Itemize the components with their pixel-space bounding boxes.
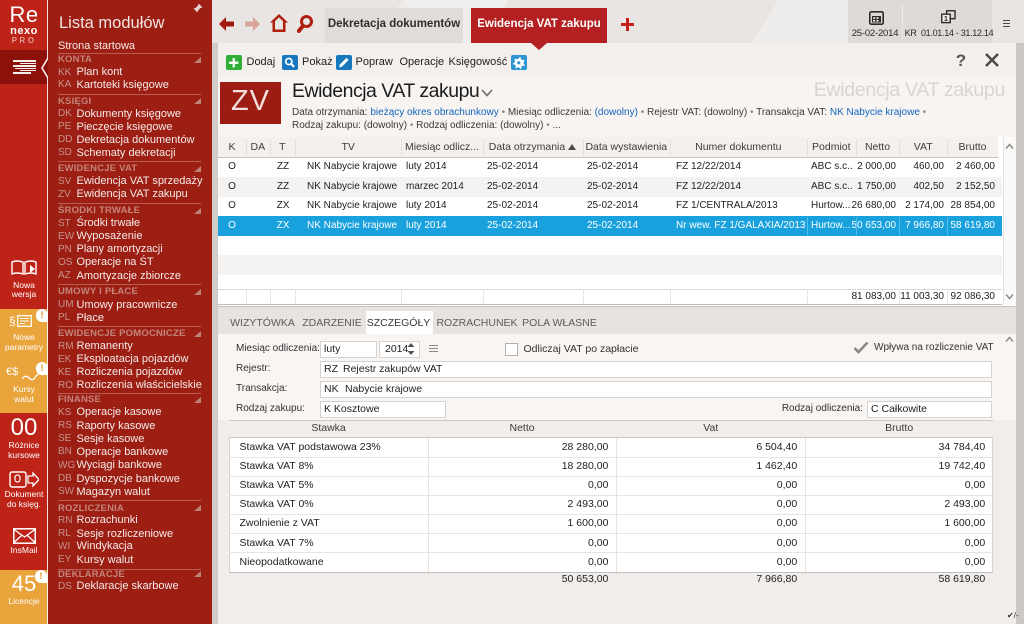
svg-text:1: 1: [944, 14, 948, 23]
